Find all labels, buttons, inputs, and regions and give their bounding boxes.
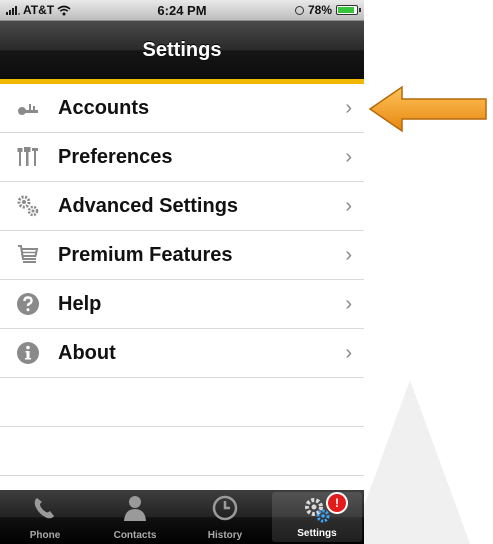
settings-item-help[interactable]: Help › xyxy=(0,280,364,329)
chevron-right-icon: › xyxy=(345,293,352,315)
tab-label: History xyxy=(207,530,243,541)
contact-icon xyxy=(124,496,146,521)
info-icon xyxy=(17,342,39,364)
cart-icon xyxy=(18,245,39,263)
settings-item-label: Accounts xyxy=(58,97,150,119)
help-icon xyxy=(17,293,39,315)
key-icon xyxy=(18,104,38,115)
alarm-icon xyxy=(294,5,304,15)
gears-icon xyxy=(17,195,39,217)
settings-item-label: About xyxy=(58,342,116,364)
tab-label: Settings xyxy=(297,528,337,539)
chevron-right-icon: › xyxy=(345,244,352,266)
chevron-right-icon: › xyxy=(345,146,352,168)
chevron-right-icon: › xyxy=(345,97,352,119)
chevron-right-icon: › xyxy=(345,342,352,364)
tab-history[interactable]: History xyxy=(180,490,270,544)
phone-icon xyxy=(34,498,54,519)
settings-item-accounts[interactable]: Accounts › xyxy=(0,84,364,133)
settings-list: Accounts › Preferences › Advanced Settin… xyxy=(0,84,364,476)
battery: 78% xyxy=(294,3,361,17)
list-item xyxy=(0,427,364,476)
notification-badge: ! xyxy=(326,492,348,514)
background-shard xyxy=(350,380,470,544)
clock-icon xyxy=(212,495,238,521)
tab-settings[interactable]: ! Settings xyxy=(272,492,362,542)
settings-item-advanced-settings[interactable]: Advanced Settings › xyxy=(0,182,364,231)
settings-item-premium-features[interactable]: Premium Features › xyxy=(0,231,364,280)
settings-item-about[interactable]: About › xyxy=(0,329,364,378)
tab-label: Phone xyxy=(29,530,61,541)
tab-bar: Phone Contacts History ! Settings xyxy=(0,490,364,544)
chevron-right-icon: › xyxy=(345,195,352,217)
tools-icon xyxy=(17,147,38,166)
settings-item-label: Help xyxy=(58,293,102,315)
settings-item-label: Premium Features xyxy=(58,244,233,266)
settings-item-label: Advanced Settings xyxy=(58,195,239,217)
page-title: Settings xyxy=(142,39,222,61)
status-bar: AT&T 6:24 PM 78% xyxy=(0,0,364,21)
battery-icon xyxy=(336,5,361,15)
annotation-arrow-icon xyxy=(368,85,487,133)
battery-percent: 78% xyxy=(307,3,332,17)
list-item xyxy=(0,378,364,427)
tab-label: Contacts xyxy=(113,530,157,541)
phone-screen: AT&T 6:24 PM 78% Settings Accounts › Pre… xyxy=(0,0,364,544)
settings-item-label: Preferences xyxy=(58,146,173,168)
nav-bar: Settings xyxy=(0,21,364,79)
tab-contacts[interactable]: Contacts xyxy=(90,490,180,544)
settings-item-preferences[interactable]: Preferences › xyxy=(0,133,364,182)
tab-phone[interactable]: Phone xyxy=(0,490,90,544)
